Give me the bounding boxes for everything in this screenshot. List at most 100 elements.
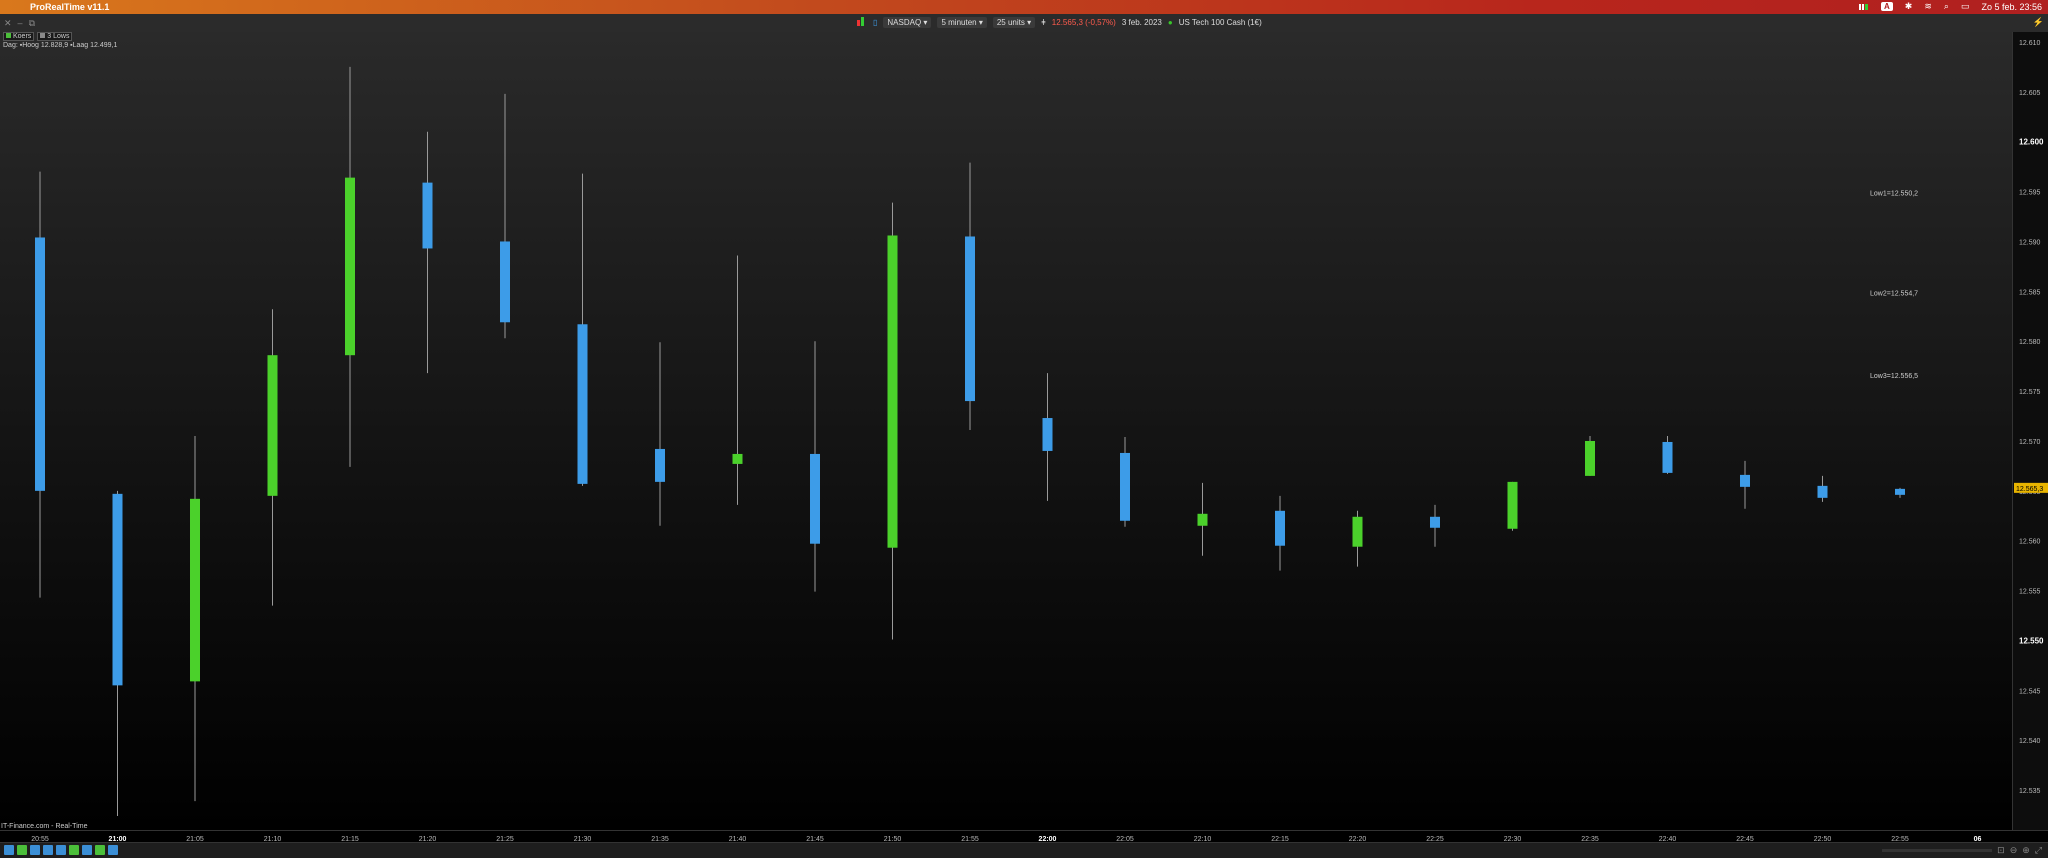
legend-item-koers[interactable]: Koers: [3, 32, 35, 41]
candle[interactable]: [190, 435, 200, 802]
text-tool-icon[interactable]: [82, 845, 92, 855]
candle-body: [577, 324, 588, 484]
candle[interactable]: [35, 171, 45, 598]
expand-icon[interactable]: ⤢: [2035, 845, 2042, 856]
candle-body: [1352, 516, 1363, 547]
wifi-icon[interactable]: ≋: [1924, 1, 1932, 12]
candle[interactable]: [1740, 460, 1750, 509]
candle-body: [112, 493, 123, 686]
menubar-status: A ✱ ≋ ⌕ ▭ Zo 5 feb. 23:56: [1859, 1, 2042, 12]
low-annotation: Low2=12.554,7: [1870, 290, 1918, 297]
candle-body: [422, 182, 433, 249]
zoom-controls: ⊡ ⊖ ⊕ ⤢: [1882, 845, 2042, 856]
candle[interactable]: [1275, 495, 1285, 571]
candle[interactable]: [1042, 373, 1053, 501]
window-controls: ✕ – ⧉: [4, 18, 35, 29]
drawing-tools: [4, 845, 118, 855]
candle[interactable]: [1430, 504, 1440, 547]
candle-body: [267, 355, 278, 496]
candle[interactable]: [1585, 435, 1595, 476]
app-name[interactable]: ProRealTime v11.1: [30, 2, 109, 12]
close-icon[interactable]: ✕: [4, 18, 12, 29]
indicator-tool-icon[interactable]: [69, 845, 79, 855]
alert-tool-icon[interactable]: [95, 845, 105, 855]
candle-body: [887, 235, 898, 548]
candle[interactable]: [965, 162, 975, 431]
candle-body: [500, 241, 510, 323]
price-tick-label: 12.545: [2019, 688, 2041, 695]
candle-body: [1042, 418, 1053, 451]
cursor-tool-icon[interactable]: [17, 845, 27, 855]
chart-legend: Koers 3 Lows: [3, 32, 73, 41]
zoom-fit-icon[interactable]: ⊡: [1997, 845, 2005, 856]
scroll-slider[interactable]: [1882, 849, 1993, 852]
legend-label: 3 Lows: [47, 33, 70, 40]
candle[interactable]: [422, 131, 433, 374]
instrument-name[interactable]: US Tech 100 Cash (1€): [1179, 18, 1262, 27]
candle[interactable]: [345, 66, 355, 467]
info-icon[interactable]: ▯: [873, 18, 877, 27]
candle-body: [1895, 488, 1905, 495]
price-tick-label: 12.610: [2019, 40, 2041, 47]
legend-swatch: [40, 33, 46, 38]
price-change: 12.565,3 (-0,57%): [1051, 18, 1116, 27]
price-axis[interactable]: 12.610 12.605 12.600 12.595 12.590 12.585 12.5…: [2012, 32, 2048, 830]
data-source-label: IT-Finance.com - Real-Time: [1, 823, 88, 830]
exchange-select[interactable]: NASDAQ ▾: [883, 17, 932, 28]
candle-body: [1585, 440, 1595, 476]
candle[interactable]: [732, 255, 743, 505]
candle[interactable]: [500, 93, 510, 339]
input-source-icon[interactable]: A: [1881, 2, 1893, 11]
pencil-tool-icon[interactable]: [4, 845, 14, 855]
candle[interactable]: [1197, 482, 1208, 556]
price-tick-label: 12.550: [2019, 636, 2044, 645]
zoom-out-icon[interactable]: ⊖: [2010, 845, 2018, 856]
candle[interactable]: [1817, 475, 1828, 502]
candle[interactable]: [1662, 435, 1673, 474]
candle[interactable]: [267, 309, 278, 606]
legend-item-lows[interactable]: 3 Lows: [37, 32, 73, 41]
search-icon[interactable]: ⌕: [1944, 1, 1949, 12]
bottom-toolbar: ⊡ ⊖ ⊕ ⤢: [0, 842, 2048, 858]
candle[interactable]: [887, 202, 898, 640]
price-tick-label: 12.580: [2019, 339, 2041, 346]
candle[interactable]: [1352, 510, 1363, 567]
candle[interactable]: [810, 341, 820, 592]
chart-area[interactable]: Low1=12.550,2 Low2=12.554,7 Low3=12.556,5: [0, 32, 2012, 830]
battery-icon[interactable]: [1859, 3, 1869, 11]
detach-icon[interactable]: ⧉: [29, 18, 35, 29]
corner-icon[interactable]: ⚡: [2033, 17, 2044, 28]
candle[interactable]: [1507, 481, 1518, 531]
timeframe-select[interactable]: 5 minuten ▾: [937, 17, 987, 28]
candle[interactable]: [1120, 436, 1130, 527]
legend-swatch: [6, 33, 11, 38]
units-select[interactable]: 25 units ▾: [992, 17, 1036, 28]
candle[interactable]: [1895, 487, 1905, 498]
bluetooth-icon[interactable]: ✱: [1905, 1, 1913, 12]
current-price-label: 12.565,3: [2016, 486, 2043, 493]
candlestick-chart[interactable]: Low1=12.550,2 Low2=12.554,7 Low3=12.556,5: [0, 32, 2012, 830]
price-tick-label: 12.535: [2019, 788, 2041, 795]
menubar-datetime[interactable]: Zo 5 feb. 23:56: [1981, 2, 2042, 12]
candle[interactable]: [655, 342, 665, 526]
app-toolbar: ✕ – ⧉ ▯ NASDAQ ▾ 5 minuten ▾ 25 units ▾ …: [0, 14, 2048, 33]
chart-type-icon[interactable]: ǂ: [1041, 18, 1046, 27]
exchange-label: NASDAQ: [887, 18, 922, 27]
fibonacci-tool-icon[interactable]: [56, 845, 66, 855]
candle-body: [965, 236, 975, 402]
candle-body: [1275, 510, 1285, 546]
crosshair-tool-icon[interactable]: [30, 845, 40, 855]
price-axis-svg: 12.610 12.605 12.600 12.595 12.590 12.585 12.5…: [2014, 40, 2048, 795]
control-center-icon[interactable]: ▭: [1961, 1, 1970, 12]
price-tick-label: 12.555: [2019, 589, 2041, 596]
candle-body: [810, 453, 820, 544]
candle[interactable]: [112, 490, 123, 817]
candle-body: [1662, 441, 1673, 473]
candle-body: [1740, 474, 1750, 487]
zoom-in-icon[interactable]: ⊕: [2022, 845, 2030, 856]
trendline-tool-icon[interactable]: [43, 845, 53, 855]
watchlist-icon[interactable]: [857, 17, 867, 28]
minimize-icon[interactable]: –: [18, 18, 23, 29]
settings-tool-icon[interactable]: [108, 845, 118, 855]
candle[interactable]: [577, 173, 588, 486]
